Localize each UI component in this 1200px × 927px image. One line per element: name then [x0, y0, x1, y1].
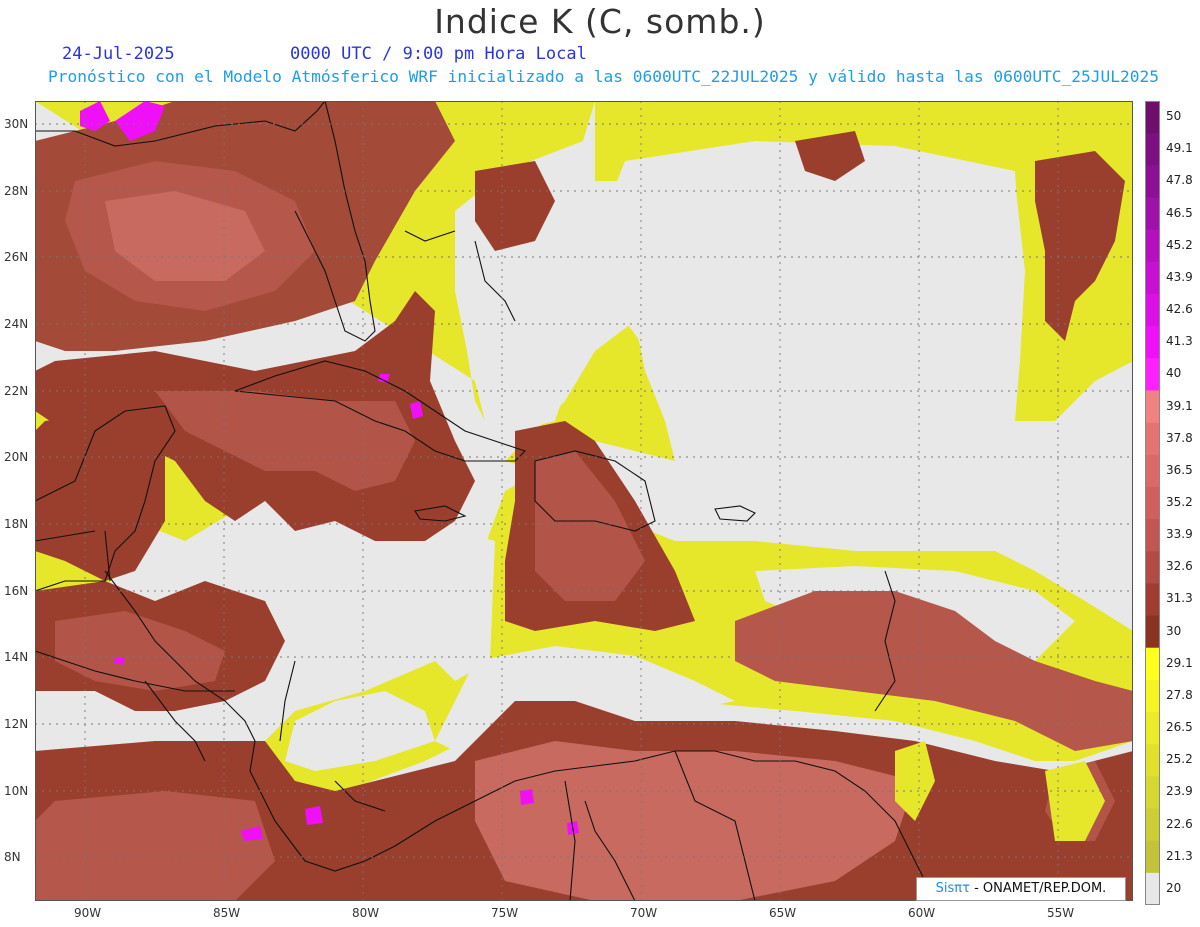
colorbar-label: 37.8 [1166, 430, 1193, 445]
lon-label: 90W [74, 906, 102, 920]
colorbar-label: 46.5 [1166, 205, 1193, 220]
colorbar-swatch [1145, 454, 1160, 488]
colorbar-swatch [1145, 647, 1160, 681]
lat-label: 20N [4, 450, 29, 464]
lon-label: 75W [491, 906, 519, 920]
colorbar-swatch [1145, 326, 1160, 359]
colorbar-label: 42.6 [1166, 302, 1193, 317]
colorbar-swatch [1145, 261, 1160, 295]
colorbar-label: 40 [1166, 366, 1182, 381]
colorbar-label: 22.6 [1166, 816, 1193, 831]
colorbar-swatch [1145, 583, 1160, 617]
colorbar-label: 41.3 [1166, 334, 1193, 349]
colorbar-swatch [1145, 615, 1160, 649]
colorbar-swatch [1145, 229, 1160, 263]
lat-label: 8N [4, 850, 21, 864]
colorbar-swatch [1145, 679, 1160, 713]
colorbar-label: 26.5 [1166, 720, 1193, 735]
colorbar-swatch [1145, 422, 1160, 456]
forecast-date: 24-Jul-2025 [62, 44, 175, 64]
colorbar-label: 43.9 [1166, 269, 1193, 284]
lat-label: 14N [4, 650, 29, 664]
lat-label: 10N [4, 784, 29, 798]
colorbar-label: 47.8 [1166, 173, 1193, 188]
colorbar-swatch [1145, 712, 1160, 745]
model-subtitle: Pronóstico con el Modelo Atmósferico WRF… [48, 67, 1160, 86]
forecast-time: 0000 UTC / 9:00 pm Hora Local [290, 44, 587, 64]
colorbar-label: 31.3 [1166, 591, 1193, 606]
colorbar-label: 36.5 [1166, 462, 1193, 477]
lon-label: 85W [213, 906, 241, 920]
colorbar-swatch [1145, 744, 1160, 777]
colorbar-swatch [1145, 165, 1160, 198]
colorbar-swatch [1145, 101, 1160, 134]
colorbar-label: 39.1 [1166, 398, 1193, 413]
colorbar [1145, 101, 1160, 905]
lon-label: 65W [769, 906, 797, 920]
k-index-map [35, 101, 1133, 901]
colorbar-swatch [1145, 551, 1160, 584]
credit-box: Sisπτ - ONAMET/REP.DOM. [916, 877, 1126, 901]
colorbar-swatch [1145, 133, 1160, 166]
colorbar-swatch [1145, 872, 1160, 905]
colorbar-label: 49.1 [1166, 141, 1193, 156]
colorbar-label: 50 [1166, 109, 1182, 124]
lon-label: 70W [630, 906, 658, 920]
lat-label: 24N [4, 317, 29, 331]
colorbar-label: 29.1 [1166, 655, 1193, 670]
colorbar-swatch [1145, 808, 1160, 842]
colorbar-swatch [1145, 486, 1160, 520]
colorbar-label: 20 [1166, 880, 1182, 895]
lat-label: 28N [4, 184, 29, 198]
colorbar-label: 30 [1166, 623, 1182, 638]
lat-label: 22N [4, 384, 29, 398]
colorbar-swatch [1145, 519, 1160, 552]
sispi-logo: Sisπτ [935, 881, 970, 896]
colorbar-label: 25.2 [1166, 752, 1193, 767]
colorbar-label: 21.3 [1166, 848, 1193, 863]
lat-label: 12N [4, 717, 29, 731]
colorbar-label: 23.9 [1166, 784, 1193, 799]
lat-label: 16N [4, 584, 29, 598]
colorbar-label: 27.8 [1166, 687, 1193, 702]
colorbar-label: 33.9 [1166, 527, 1193, 542]
colorbar-swatch [1145, 840, 1160, 874]
lon-label: 80W [352, 906, 380, 920]
lon-label: 60W [908, 906, 936, 920]
lat-label: 18N [4, 517, 29, 531]
colorbar-swatch [1145, 776, 1160, 810]
colorbar-swatch [1145, 197, 1160, 231]
colorbar-swatch [1145, 293, 1160, 327]
lat-label: 26N [4, 250, 29, 264]
colorbar-label: 45.2 [1166, 237, 1193, 252]
lat-label: 30N [4, 117, 29, 131]
colorbar-swatch [1145, 390, 1160, 424]
credit-text: - ONAMET/REP.DOM. [974, 881, 1107, 896]
colorbar-label: 32.6 [1166, 559, 1193, 574]
colorbar-label: 35.2 [1166, 495, 1193, 509]
map-title: Indice K (C, somb.) [434, 2, 766, 41]
lon-label: 55W [1047, 906, 1075, 920]
colorbar-swatch [1145, 358, 1160, 391]
